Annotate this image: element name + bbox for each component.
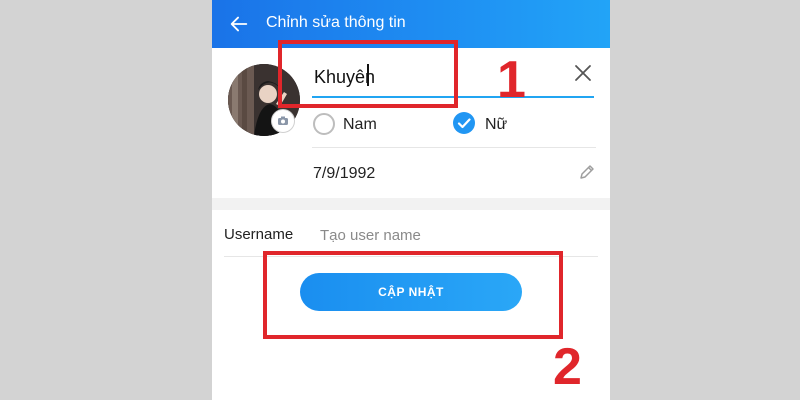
annotation-box-2 — [263, 251, 563, 339]
camera-icon — [278, 116, 288, 125]
back-arrow-icon[interactable] — [228, 13, 250, 35]
radio-female[interactable] — [453, 112, 475, 134]
username-label: Username — [224, 226, 294, 243]
annotation-number-1: 1 — [497, 51, 526, 109]
birthdate-field[interactable]: 7/9/1992 — [313, 165, 375, 183]
radio-female-label[interactable]: Nữ — [485, 116, 507, 134]
radio-male-label[interactable]: Nam — [343, 116, 377, 134]
page-title: Chỉnh sửa thông tin — [266, 14, 406, 31]
annotation-box-1 — [278, 40, 458, 108]
pencil-icon[interactable] — [578, 163, 596, 181]
username-input[interactable] — [318, 222, 592, 248]
close-icon[interactable] — [574, 64, 592, 82]
annotation-number-2: 2 — [553, 338, 582, 396]
checkmark-icon — [457, 118, 471, 129]
divider — [312, 147, 596, 148]
section-separator — [212, 198, 610, 210]
radio-male[interactable] — [313, 113, 335, 135]
change-avatar-button[interactable] — [271, 109, 295, 133]
